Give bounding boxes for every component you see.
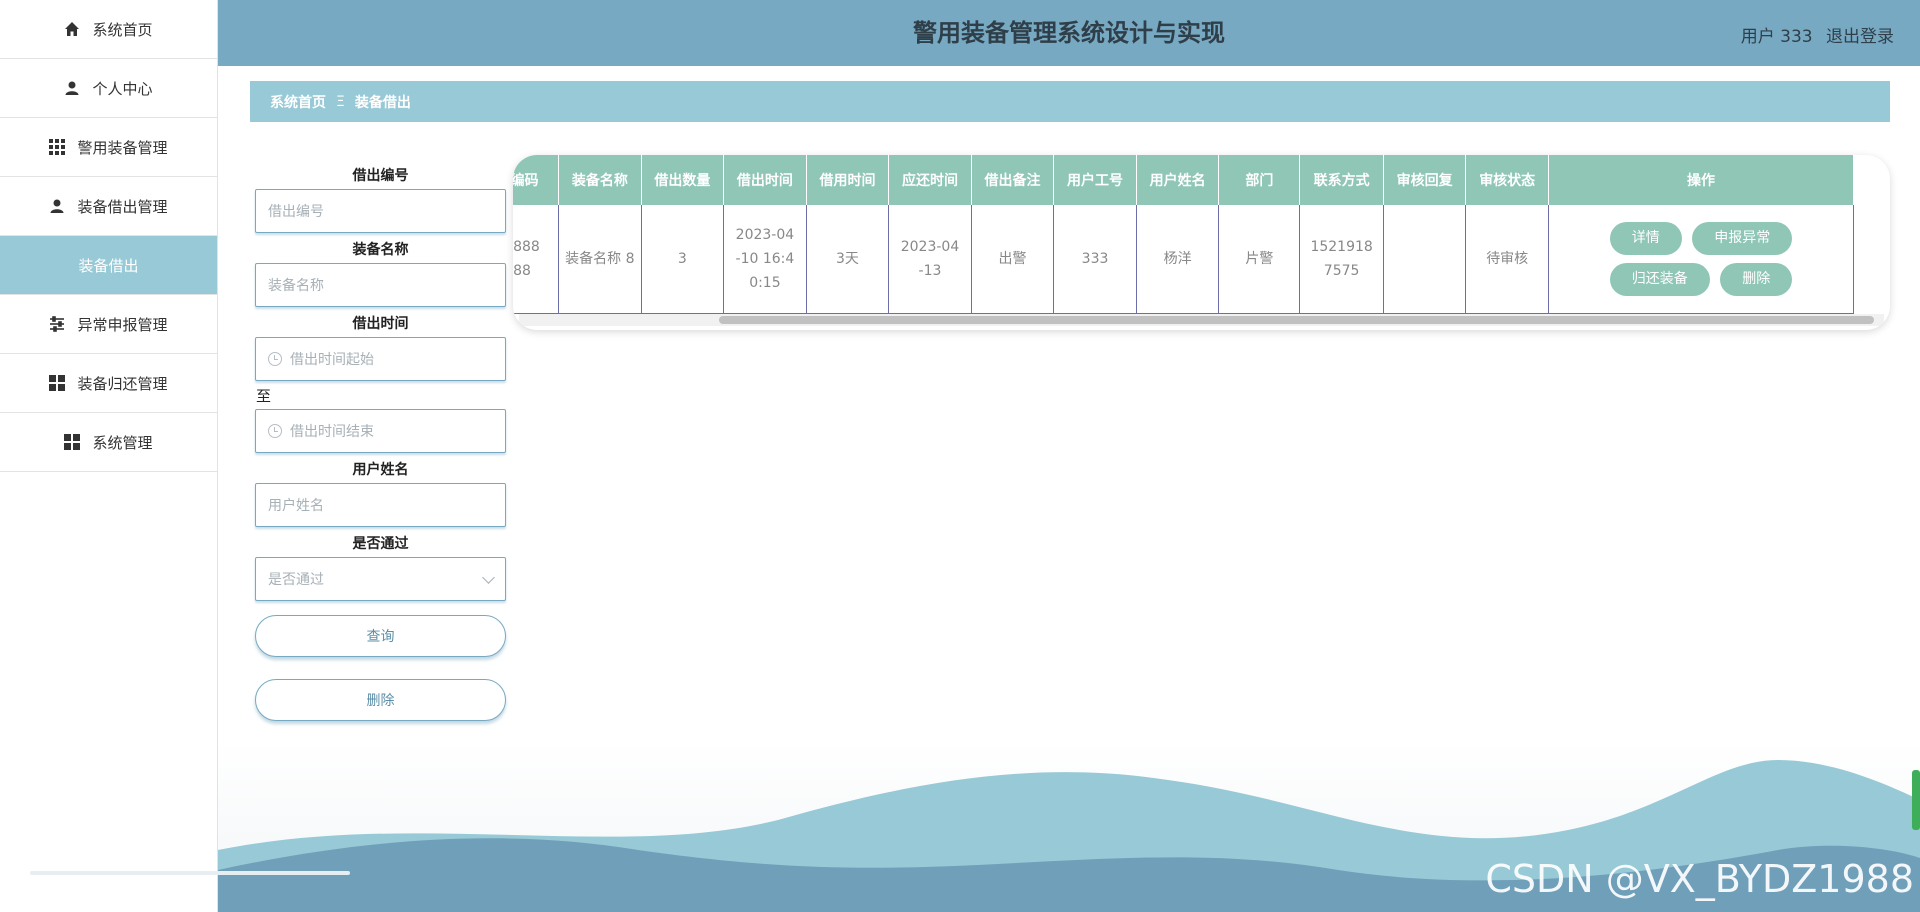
- user-icon: [64, 80, 80, 96]
- sidebar: 系统首页 个人中心 警用装备管理 装备借出管理 装备借出 异常申报管理 装备归还…: [0, 0, 218, 912]
- report-exception-button[interactable]: 申报异常: [1692, 221, 1793, 255]
- cell-code: 88888 888: [513, 205, 560, 314]
- col-name: 装备名称: [558, 155, 642, 205]
- apps-icon: [64, 434, 81, 450]
- to-label: 至: [256, 387, 272, 405]
- borrow-no-placeholder: 借出编号: [268, 204, 324, 220]
- cell-qty: 3: [641, 205, 725, 314]
- logout-link[interactable]: 退出登录: [1826, 27, 1894, 47]
- cell-reply: [1383, 205, 1467, 314]
- borrow-end-input[interactable]: 借出时间结束: [255, 409, 506, 453]
- passed-select[interactable]: 是否通过: [255, 557, 506, 601]
- delete-button[interactable]: 删除: [255, 679, 506, 721]
- clock-icon: [268, 424, 282, 438]
- user-area: 用户 333 退出登录: [1733, 22, 1894, 47]
- col-phone: 联系方式: [1299, 155, 1384, 205]
- borrow-end-placeholder: 借出时间结束: [290, 424, 374, 440]
- col-qty: 借出数量: [641, 155, 725, 205]
- detail-button[interactable]: 详情: [1609, 221, 1682, 255]
- sidebar-item-label: 系统管理: [92, 433, 153, 452]
- sidebar-item-borrow-mgmt[interactable]: 装备借出管理: [0, 177, 217, 236]
- equip-name-label: 装备名称: [352, 242, 409, 258]
- sliders-icon: [49, 316, 65, 332]
- user-icon: [49, 198, 65, 214]
- equip-name-input[interactable]: 装备名称: [255, 263, 506, 307]
- sidebar-item-label: 个人中心: [92, 79, 153, 98]
- col-actions: 操作: [1548, 155, 1855, 205]
- cell-dept: 片警: [1218, 205, 1301, 314]
- cell-user-name: 杨洋: [1136, 205, 1220, 314]
- borrow-time-label: 借出时间: [352, 316, 409, 332]
- sidebar-item-label: 系统首页: [92, 20, 153, 39]
- breadcrumb: 系统首页 Ξ 装备借出: [250, 81, 1890, 122]
- passed-label: 是否通过: [352, 536, 409, 552]
- cell-due: 2023-04 -13: [888, 205, 972, 314]
- cell-user-no: 333: [1053, 205, 1137, 314]
- sidebar-item-home[interactable]: 系统首页: [0, 0, 217, 59]
- scrollbar-thumb[interactable]: [719, 316, 1874, 324]
- cell-phone: 1521918 7575: [1299, 205, 1384, 314]
- username-label: 用户姓名: [352, 462, 409, 478]
- chevron-down-icon: [482, 570, 495, 584]
- page-scrollbar[interactable]: [1912, 770, 1920, 830]
- grid-icon: [49, 139, 66, 155]
- breadcrumb-separator: Ξ: [336, 93, 345, 110]
- sidebar-item-label: 装备归还管理: [77, 374, 168, 393]
- page-title: 警用装备管理系统设计与实现: [913, 19, 1225, 47]
- return-equipment-button[interactable]: 归还装备: [1609, 262, 1710, 296]
- apps-icon: [49, 375, 66, 391]
- col-dept: 部门: [1218, 155, 1301, 205]
- col-user-name: 用户姓名: [1136, 155, 1220, 205]
- col-user-no: 用户工号: [1053, 155, 1137, 205]
- borrow-no-label: 借出编号: [352, 168, 409, 184]
- user-name: 用户 333: [1740, 27, 1813, 47]
- username-placeholder: 用户姓名: [268, 498, 324, 514]
- search-button[interactable]: 查询: [255, 615, 506, 657]
- row-delete-button[interactable]: 删除: [1720, 262, 1793, 296]
- borrow-no-input[interactable]: 借出编号: [255, 189, 506, 233]
- clock-icon: [268, 352, 282, 366]
- sidebar-item-borrow[interactable]: 装备借出: [0, 236, 217, 295]
- sidebar-item-profile[interactable]: 个人中心: [0, 59, 217, 118]
- sidebar-item-system[interactable]: 系统管理: [0, 413, 217, 472]
- col-borrow-time: 借出时间: [723, 155, 807, 205]
- sidebar-item-equipment[interactable]: 警用装备管理: [0, 118, 217, 177]
- borrow-start-placeholder: 借出时间起始: [290, 352, 374, 368]
- col-due: 应还时间: [888, 155, 972, 205]
- sidebar-scrollbar: [30, 871, 350, 875]
- username-input[interactable]: 用户姓名: [255, 483, 506, 527]
- col-code: 备编码: [513, 155, 560, 205]
- breadcrumb-home[interactable]: 系统首页: [270, 92, 326, 112]
- sidebar-item-exception[interactable]: 异常申报管理: [0, 295, 217, 354]
- sidebar-item-label: 装备借出: [78, 256, 139, 275]
- col-remark: 借出备注: [971, 155, 1055, 205]
- cell-borrow-time: 2023-04 -10 16:4 0:15: [723, 205, 807, 314]
- passed-placeholder: 是否通过: [268, 572, 324, 588]
- borrow-start-input[interactable]: 借出时间起始: [255, 337, 506, 381]
- sidebar-item-label: 警用装备管理: [77, 138, 168, 157]
- col-reply: 审核回复: [1383, 155, 1467, 205]
- cell-duration: 3天: [806, 205, 890, 314]
- equip-name-placeholder: 装备名称: [268, 278, 324, 294]
- top-header: 警用装备管理系统设计与实现 用户 333 退出登录: [218, 0, 1920, 66]
- sidebar-item-label: 装备借出管理: [77, 197, 168, 216]
- table-row: 88888 888 装备名称 8 3 2023-04 -10 16:4 0:15…: [513, 205, 1855, 314]
- cell-status: 待审核: [1465, 205, 1549, 314]
- search-form: 借出编号 借出编号 装备名称 装备名称 借出时间 借出时间起始 至 借出时间结束…: [255, 163, 506, 721]
- cell-remark: 出警: [971, 205, 1055, 314]
- watermark-text: CSDN @VX_BYDZ1988: [1485, 857, 1914, 901]
- table-header-row: 备编码 装备名称 借出数量 借出时间 借用时间 应还时间 借出备注 用户工号 用…: [513, 155, 1855, 205]
- data-table: 备编码 装备名称 借出数量 借出时间 借用时间 应还时间 借出备注 用户工号 用…: [513, 155, 1890, 330]
- home-icon: [64, 21, 80, 37]
- borrow-table: 备编码 装备名称 借出数量 借出时间 借用时间 应还时间 借出备注 用户工号 用…: [513, 155, 1855, 314]
- horizontal-scrollbar[interactable]: [519, 314, 1884, 326]
- cell-actions: 详情 申报异常 归还装备 删除: [1548, 205, 1855, 314]
- sidebar-item-label: 异常申报管理: [77, 315, 168, 334]
- cell-name: 装备名称 8: [558, 205, 642, 314]
- col-duration: 借用时间: [806, 155, 890, 205]
- col-status: 审核状态: [1465, 155, 1549, 205]
- sidebar-item-return[interactable]: 装备归还管理: [0, 354, 217, 413]
- breadcrumb-current: 装备借出: [354, 94, 411, 111]
